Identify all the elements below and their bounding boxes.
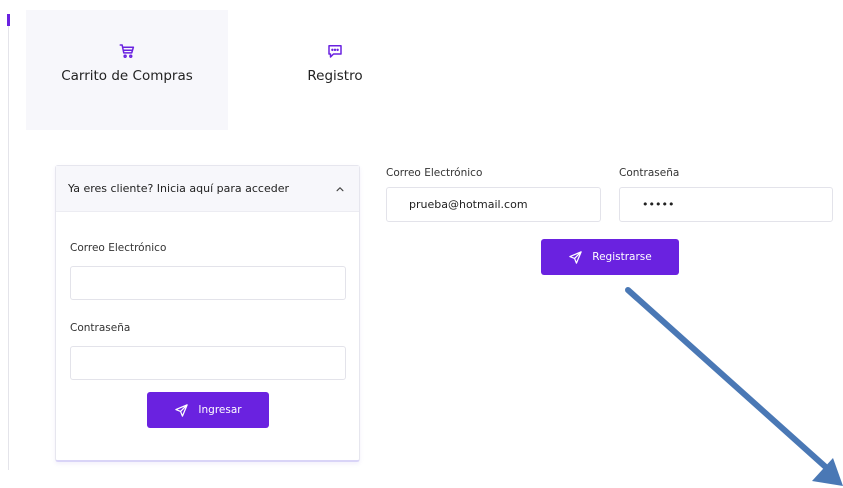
tab-label: Registro xyxy=(307,68,363,84)
send-icon xyxy=(569,250,583,264)
login-password-input[interactable] xyxy=(70,346,346,380)
chevron-up-icon[interactable] xyxy=(335,184,345,194)
login-card-header[interactable]: Ya eres cliente? Inicia aquí para accede… xyxy=(56,166,359,212)
register-submit-button[interactable]: Registrarse xyxy=(541,239,679,275)
tab-registro[interactable]: Registro xyxy=(252,10,418,130)
register-email-label: Correo Electrónico xyxy=(386,167,483,179)
register-email-input[interactable] xyxy=(386,187,601,222)
login-card: Ya eres cliente? Inicia aquí para accede… xyxy=(55,165,360,462)
tab-label: Carrito de Compras xyxy=(61,68,193,84)
chat-bubble-icon xyxy=(328,45,342,58)
register-submit-label: Registrarse xyxy=(592,251,652,263)
login-submit-label: Ingresar xyxy=(198,404,242,416)
left-divider xyxy=(8,18,9,470)
register-password-input[interactable] xyxy=(619,187,833,222)
send-icon xyxy=(175,403,189,417)
register-password-label: Contraseña xyxy=(619,167,680,179)
login-email-label: Correo Electrónico xyxy=(70,242,167,254)
active-indicator xyxy=(7,14,10,26)
login-submit-button[interactable]: Ingresar xyxy=(147,392,269,428)
login-email-input[interactable] xyxy=(70,266,346,300)
tab-shopping-cart[interactable]: Carrito de Compras xyxy=(26,10,228,130)
shopping-cart-icon xyxy=(119,44,135,58)
login-card-title: Ya eres cliente? Inicia aquí para accede… xyxy=(68,182,290,195)
login-password-label: Contraseña xyxy=(70,322,131,334)
